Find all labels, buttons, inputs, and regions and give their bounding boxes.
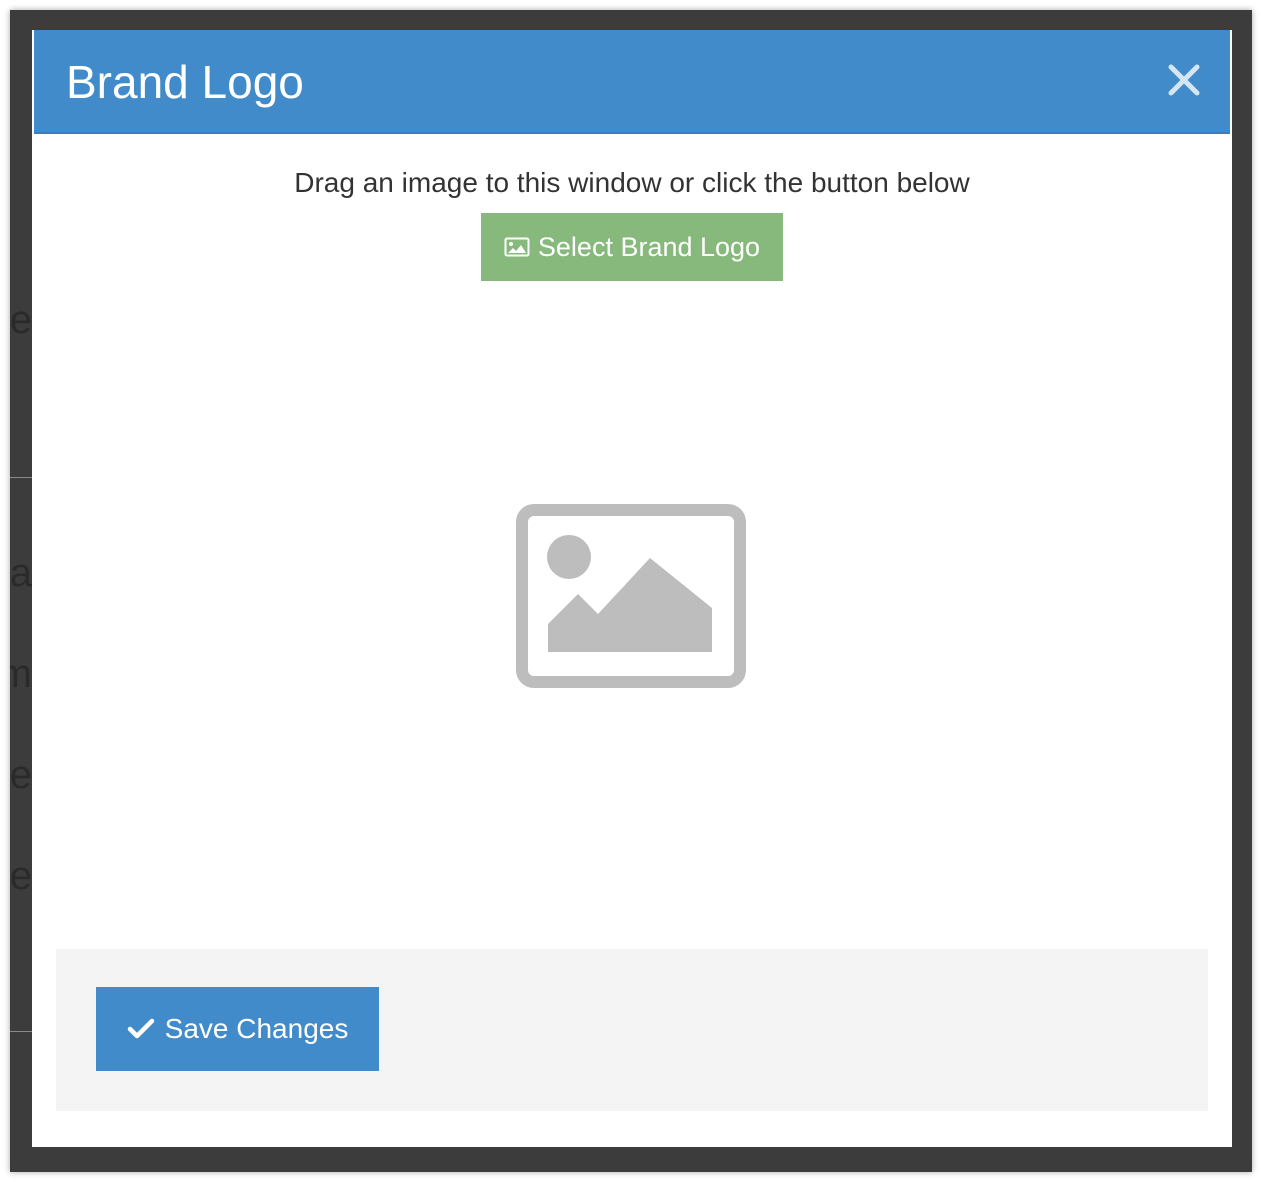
picture-icon [504,237,530,257]
image-placeholder-icon [516,504,746,688]
background-text-fragment: a [10,553,32,593]
background-divider [10,1031,32,1032]
checkmark-icon [127,1018,154,1039]
select-brand-logo-label: Select Brand Logo [537,231,761,262]
background-text-fragment: m [10,654,32,694]
close-button[interactable] [1166,62,1202,98]
select-brand-logo-button[interactable]: Select Brand Logo [481,213,783,281]
modal-header: Brand Logo [34,30,1230,134]
brand-logo-modal: Brand Logo Drag an image to this window … [32,30,1232,1147]
background-text-fragment: e [10,755,32,795]
background-text-fragment: e [10,300,32,340]
modal-title: Brand Logo [66,56,304,108]
save-changes-label: Save Changes [164,1013,349,1044]
close-icon [1168,64,1200,96]
modal-backdrop: e a m e e Brand Logo Drag an image to th… [10,10,1252,1172]
modal-footer: Save Changes [56,949,1208,1111]
background-text-fragment: e [10,856,32,896]
background-divider [10,477,32,478]
save-changes-button[interactable]: Save Changes [96,987,379,1071]
modal-body: Drag an image to this window or click th… [32,134,1232,934]
upload-instruction: Drag an image to this window or click th… [294,167,970,198]
